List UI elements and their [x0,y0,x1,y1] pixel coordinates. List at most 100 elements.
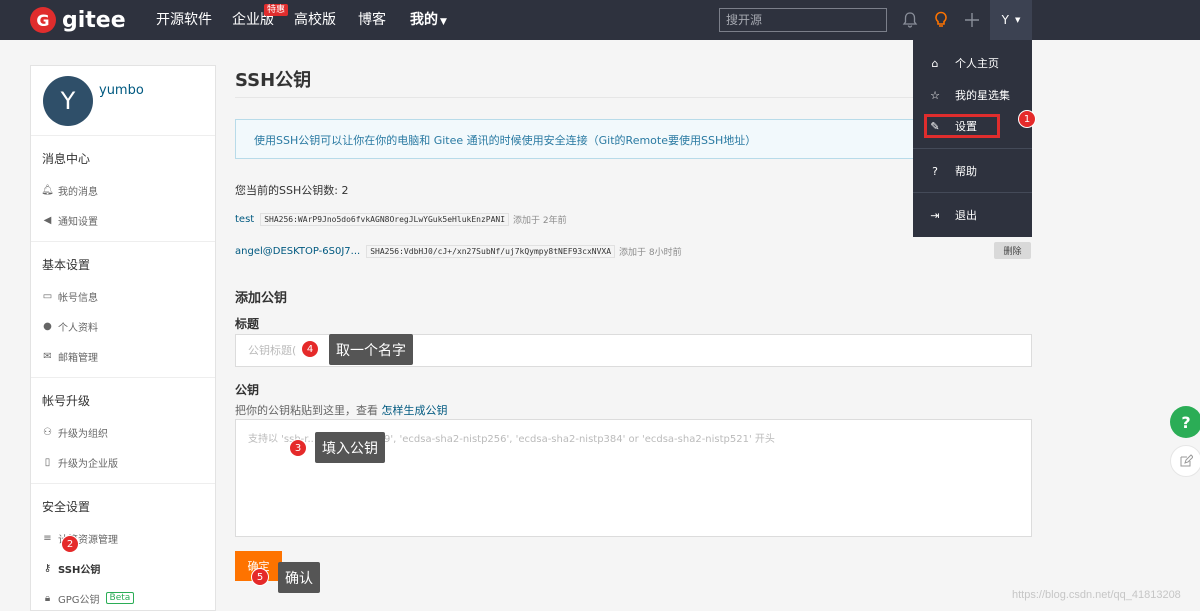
menu-item-label: 个人主页 [955,55,999,71]
chevron-down-icon: ▼ [1015,16,1020,24]
key-fingerprint: SHA256:WArP9Jno5do6fvkAGN8OregJLwYGuk5eH… [260,213,509,226]
edit-icon [1179,454,1193,468]
step-badge-2: 2 [61,535,79,553]
key-hint-text: 把你的公钥粘贴到这里，查看 [235,404,382,417]
tip-confirm: 确认 [278,562,320,593]
menu-item-stars[interactable]: ☆ 我的星选集 [913,83,1032,107]
help-circle-icon: ? [929,165,941,177]
sidebar-item-label: 升级为企业版 [58,455,118,470]
nav-mine[interactable]: 我的▼ [410,0,447,40]
sidebar-item-compute-resources[interactable]: ≡计算资源管理 [31,523,215,553]
watermark: https://blog.csdn.net/qq_41813208 [1012,589,1181,601]
beta-badge: Beta [106,592,135,604]
nav-university[interactable]: 高校版 [294,0,336,40]
menu-item-label: 帮助 [955,163,977,179]
chevron-down-icon: ▼ [440,17,447,27]
step-badge-3: 3 [289,439,307,457]
bell-icon: 🔔︎ [42,185,53,196]
sidebar-group-title: 基本设置 [31,242,215,281]
sidebar-username[interactable]: yumbo [99,83,144,98]
sidebar-item-profile[interactable]: ● 个人资料 [31,311,215,341]
nav-open-source[interactable]: 开源软件 [156,0,212,40]
tip-key: 填入公钥 [315,432,385,463]
home-icon: ⌂ [929,57,941,69]
top-navbar: G gitee 开源软件 企业版 特惠 高校版 博客 我的▼ Y ▼ [0,0,1200,40]
key-added-time: 添加于 2年前 [513,213,567,226]
logo-text: gitee [62,8,126,33]
key-fingerprint: SHA256:VdbHJ0/cJ+/xn27SubNf/uj7kQympy8tN… [366,245,615,258]
user-icon: ● [42,321,53,332]
sidebar-item-label: GPG公钥 [58,591,100,606]
sidebar-item-label: SSH公钥 [58,561,100,576]
feedback-button[interactable] [1170,445,1200,477]
add-key-heading: 添加公钥 [235,287,287,306]
menu-item-label: 我的星选集 [955,87,1010,103]
sidebar-item-label: 升级为组织 [58,425,108,440]
menu-divider [913,148,1032,149]
logout-icon: ⇥ [929,209,941,221]
bell-icon[interactable] [900,10,920,30]
menu-item-homepage[interactable]: ⌂ 个人主页 [913,51,1032,75]
delete-key-button[interactable]: 删除 [994,242,1031,259]
ssh-key-row: test SHA256:WArP9Jno5do6fvkAGN8OregJLwYG… [235,210,567,228]
sidebar-profile: Y yumbo [31,66,215,136]
step-badge-1: 1 [1018,110,1036,128]
sidebar-group-upgrade: 帐号升级 ⚇ 升级为组织 ▯ 升级为企业版 [31,378,215,484]
nav-hot-badge: 特惠 [264,4,288,16]
sidebar-group-title: 消息中心 [31,136,215,175]
avatar[interactable]: Y [43,76,93,126]
speaker-icon: ◀ [42,215,53,226]
lock-icon: 🔒︎ [42,593,53,604]
user-menu-button[interactable]: Y ▼ [990,0,1032,40]
menu-divider [913,192,1032,193]
tip-name: 取一个名字 [329,334,413,365]
key-count: 您当前的SSH公钥数: 2 [235,182,348,198]
ssh-key-row: angel@DESKTOP-6S0J7... SHA256:VdbHJ0/cJ+… [235,242,682,260]
sidebar-group-title: 帐号升级 [31,378,215,417]
server-icon: ≡ [42,533,53,544]
search-input[interactable] [719,8,887,32]
page-title: SSH公钥 [235,66,311,92]
key-field-hint: 把你的公钥粘贴到这里，查看 怎样生成公钥 [235,402,448,418]
sidebar-item-my-messages[interactable]: 🔔︎ 我的消息 [31,175,215,205]
nav-blog[interactable]: 博客 [358,0,386,40]
sidebar-group-security: 安全设置 ≡计算资源管理 ⚷SSH公钥 🔒︎ GPG公钥 Beta [31,484,215,611]
plus-icon[interactable] [962,10,982,30]
sidebar-item-upgrade-org[interactable]: ⚇ 升级为组织 [31,417,215,447]
key-added-time: 添加于 8小时前 [619,245,682,258]
sidebar-item-label: 邮箱管理 [58,349,98,364]
sidebar-group-basic: 基本设置 ▭帐号信息 ● 个人资料 ✉邮箱管理 [31,242,215,378]
settings-highlight-box [924,114,1000,138]
logo-icon: G [30,7,56,33]
help-button[interactable]: ? [1170,406,1200,438]
how-to-generate-link[interactable]: 怎样生成公钥 [382,404,448,417]
menu-item-logout[interactable]: ⇥ 退出 [913,203,1032,227]
sidebar-group-messages: 消息中心 🔔︎ 我的消息 ◀ 通知设置 [31,136,215,242]
sidebar-item-label: 我的消息 [58,183,98,198]
sidebar-item-upgrade-enterprise[interactable]: ▯ 升级为企业版 [31,447,215,477]
sidebar-item-account-info[interactable]: ▭帐号信息 [31,281,215,311]
sidebar-item-notification-settings[interactable]: ◀ 通知设置 [31,205,215,235]
key-title[interactable]: angel@DESKTOP-6S0J7... [235,246,360,257]
sidebar-item-ssh-keys[interactable]: ⚷SSH公钥 [31,553,215,583]
gitee-logo[interactable]: G gitee [30,7,126,33]
step-badge-4: 4 [301,340,319,358]
sidebar-item-label: 帐号信息 [58,289,98,304]
user-initial: Y [1002,13,1009,27]
menu-item-label: 退出 [955,207,977,223]
sidebar-item-email[interactable]: ✉邮箱管理 [31,341,215,371]
users-icon: ⚇ [42,427,53,438]
key-title[interactable]: test [235,214,254,225]
key-field-label: 公钥 [235,381,259,398]
star-icon: ☆ [929,89,941,101]
lightbulb-icon[interactable] [931,10,951,30]
sidebar-item-label: 个人资料 [58,319,98,334]
sidebar-item-gpg-keys[interactable]: 🔒︎ GPG公钥 Beta [31,583,215,611]
menu-item-help[interactable]: ? 帮助 [913,159,1032,183]
building-icon: ▯ [42,457,53,468]
sidebar-group-title: 安全设置 [31,484,215,523]
step-badge-5: 5 [251,568,269,586]
user-dropdown-menu: ⌂个人主页 ☆我的星选集 ✎设置 ?帮助 ⇥退出 [913,40,1032,237]
sidebar-item-label: 通知设置 [58,213,98,228]
nav-mine-label: 我的 [410,12,438,28]
